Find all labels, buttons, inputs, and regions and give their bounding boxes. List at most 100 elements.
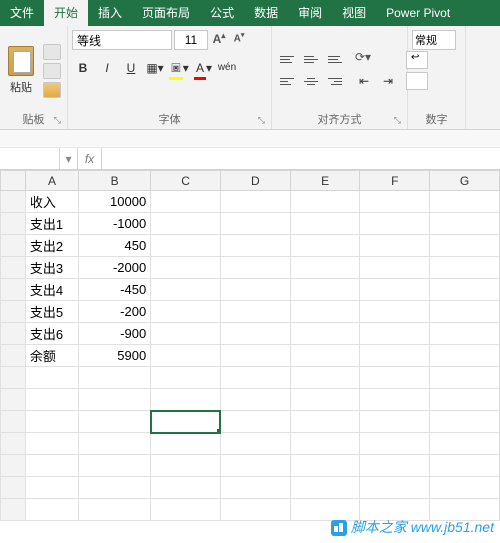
- cell[interactable]: [220, 279, 290, 301]
- tab-review[interactable]: 审阅: [288, 0, 332, 26]
- cell[interactable]: [79, 411, 151, 433]
- col-header-C[interactable]: C: [151, 171, 221, 191]
- tab-file[interactable]: 文件: [0, 0, 44, 26]
- cell[interactable]: [25, 367, 78, 389]
- row-header[interactable]: [1, 411, 26, 433]
- selected-cell[interactable]: [151, 411, 221, 433]
- cell[interactable]: [220, 301, 290, 323]
- cell[interactable]: [220, 367, 290, 389]
- italic-button[interactable]: I: [96, 58, 118, 78]
- cut-button[interactable]: [43, 44, 61, 60]
- cell[interactable]: [290, 345, 360, 367]
- cell[interactable]: [430, 367, 500, 389]
- worksheet-grid[interactable]: A B C D E F G 收入10000 支出1-1000 支出2450 支出…: [0, 170, 500, 521]
- cell[interactable]: [151, 367, 221, 389]
- cell[interactable]: [290, 389, 360, 411]
- align-center-button[interactable]: [300, 73, 322, 91]
- row-header[interactable]: [1, 367, 26, 389]
- cell[interactable]: [430, 389, 500, 411]
- row-header[interactable]: [1, 235, 26, 257]
- orientation-button[interactable]: ⟳▾: [353, 50, 373, 68]
- cell[interactable]: [360, 477, 430, 499]
- cell[interactable]: [360, 191, 430, 213]
- align-bottom-button[interactable]: [324, 51, 346, 69]
- cell[interactable]: [151, 257, 221, 279]
- row-header[interactable]: [1, 257, 26, 279]
- cell[interactable]: 支出4: [25, 279, 78, 301]
- font-family-select[interactable]: [72, 30, 172, 50]
- cell[interactable]: [25, 455, 78, 477]
- cell[interactable]: [290, 257, 360, 279]
- col-header-A[interactable]: A: [25, 171, 78, 191]
- cell[interactable]: [151, 323, 221, 345]
- table-row[interactable]: 支出3-2000: [1, 257, 500, 279]
- cell[interactable]: [220, 389, 290, 411]
- cell[interactable]: [360, 411, 430, 433]
- cell[interactable]: [430, 213, 500, 235]
- cell[interactable]: [360, 389, 430, 411]
- tab-powerpivot[interactable]: Power Pivot: [376, 0, 460, 26]
- cell[interactable]: [79, 477, 151, 499]
- tab-view[interactable]: 视图: [332, 0, 376, 26]
- alignment-launcher[interactable]: ⤡: [394, 115, 401, 126]
- tab-data[interactable]: 数据: [244, 0, 288, 26]
- row-header[interactable]: [1, 455, 26, 477]
- cell[interactable]: [290, 191, 360, 213]
- font-size-select[interactable]: [174, 30, 208, 50]
- table-row[interactable]: [1, 455, 500, 477]
- cell[interactable]: [220, 213, 290, 235]
- cell[interactable]: [430, 323, 500, 345]
- cell[interactable]: 余额: [25, 345, 78, 367]
- cell[interactable]: [79, 455, 151, 477]
- cell[interactable]: [25, 499, 78, 521]
- bold-button[interactable]: B: [72, 58, 94, 78]
- cell[interactable]: [220, 499, 290, 521]
- paste-button[interactable]: 粘贴: [4, 46, 38, 95]
- name-box[interactable]: [0, 148, 60, 169]
- cell[interactable]: 5900: [79, 345, 151, 367]
- underline-button[interactable]: U: [120, 58, 142, 78]
- cell[interactable]: [79, 367, 151, 389]
- cell[interactable]: [360, 257, 430, 279]
- row-header[interactable]: [1, 389, 26, 411]
- formula-input[interactable]: [102, 148, 500, 169]
- cell[interactable]: [220, 323, 290, 345]
- decrease-font-button[interactable]: A▾: [230, 31, 248, 49]
- col-header-B[interactable]: B: [79, 171, 151, 191]
- row-header[interactable]: [1, 323, 26, 345]
- cell[interactable]: [79, 499, 151, 521]
- align-left-button[interactable]: [276, 73, 298, 91]
- phonetic-button[interactable]: wén: [216, 58, 238, 78]
- cell[interactable]: [220, 235, 290, 257]
- col-header-F[interactable]: F: [360, 171, 430, 191]
- align-middle-button[interactable]: [300, 51, 322, 69]
- cell[interactable]: 10000: [79, 191, 151, 213]
- cell[interactable]: [360, 301, 430, 323]
- cell[interactable]: [220, 477, 290, 499]
- row-header[interactable]: [1, 433, 26, 455]
- cell[interactable]: [220, 345, 290, 367]
- cell[interactable]: [151, 433, 221, 455]
- cell[interactable]: -1000: [79, 213, 151, 235]
- increase-font-button[interactable]: A▴: [210, 31, 228, 49]
- cell[interactable]: [290, 301, 360, 323]
- table-row[interactable]: [1, 411, 500, 433]
- cell[interactable]: [290, 411, 360, 433]
- col-header-D[interactable]: D: [220, 171, 290, 191]
- cell[interactable]: -200: [79, 301, 151, 323]
- table-row[interactable]: [1, 499, 500, 521]
- cell[interactable]: [360, 367, 430, 389]
- table-row[interactable]: 支出6-900: [1, 323, 500, 345]
- col-header-E[interactable]: E: [290, 171, 360, 191]
- cell[interactable]: [360, 323, 430, 345]
- clipboard-launcher[interactable]: ⤡: [54, 115, 61, 126]
- format-painter-button[interactable]: [43, 82, 61, 98]
- row-header[interactable]: [1, 213, 26, 235]
- font-launcher[interactable]: ⤡: [258, 115, 265, 126]
- font-color-button[interactable]: A▾: [192, 58, 214, 78]
- cell[interactable]: [430, 455, 500, 477]
- wrap-text-button[interactable]: [406, 51, 428, 69]
- cell[interactable]: 450: [79, 235, 151, 257]
- tab-insert[interactable]: 插入: [88, 0, 132, 26]
- table-row[interactable]: [1, 367, 500, 389]
